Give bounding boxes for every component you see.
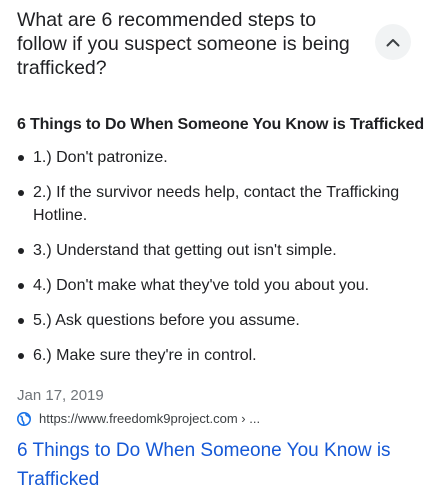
step-text: 4.) Don't make what they've told you abo… <box>33 277 370 294</box>
featured-snippet-panel: What are 6 recommended steps to follow i… <box>0 0 427 500</box>
list-item: 3.) Understand that getting out isn't si… <box>17 239 412 262</box>
list-item: 4.) Don't make what they've told you abo… <box>17 274 412 297</box>
bullet-icon <box>18 353 24 359</box>
publish-date: Jan 17, 2019 <box>17 387 104 404</box>
steps-list: 1.) Don't patronize. 2.) If the survivor… <box>17 146 412 379</box>
step-text: 1.) Don't patronize. <box>33 149 168 166</box>
collapse-button[interactable] <box>375 24 411 60</box>
source-citation[interactable]: https://www.freedomk9project.com › ... <box>17 410 260 428</box>
globe-icon <box>17 412 31 426</box>
list-item: 5.) Ask questions before you assume. <box>17 309 412 332</box>
question-text: What are 6 recommended steps to follow i… <box>17 9 350 79</box>
question-header[interactable]: What are 6 recommended steps to follow i… <box>17 8 411 80</box>
bullet-icon <box>18 318 24 324</box>
result-title-link[interactable]: 6 Things to Do When Someone You Know is … <box>17 436 397 494</box>
bullet-icon <box>18 283 24 289</box>
step-text: 3.) Understand that getting out isn't si… <box>33 242 337 259</box>
list-item: 1.) Don't patronize. <box>17 146 412 169</box>
source-url: https://www.freedomk9project.com › ... <box>39 411 261 426</box>
step-text: 6.) Make sure they're in control. <box>33 347 257 364</box>
step-text: 2.) If the survivor needs help, contact … <box>33 184 400 224</box>
list-item: 6.) Make sure they're in control. <box>17 344 412 367</box>
bullet-icon <box>18 190 24 196</box>
step-text: 5.) Ask questions before you assume. <box>33 312 300 329</box>
list-item: 2.) If the survivor needs help, contact … <box>17 181 412 227</box>
snippet-heading: 6 Things to Do When Someone You Know is … <box>17 116 425 133</box>
chevron-up-icon <box>386 38 400 47</box>
bullet-icon <box>18 248 24 254</box>
bullet-icon <box>18 155 24 161</box>
